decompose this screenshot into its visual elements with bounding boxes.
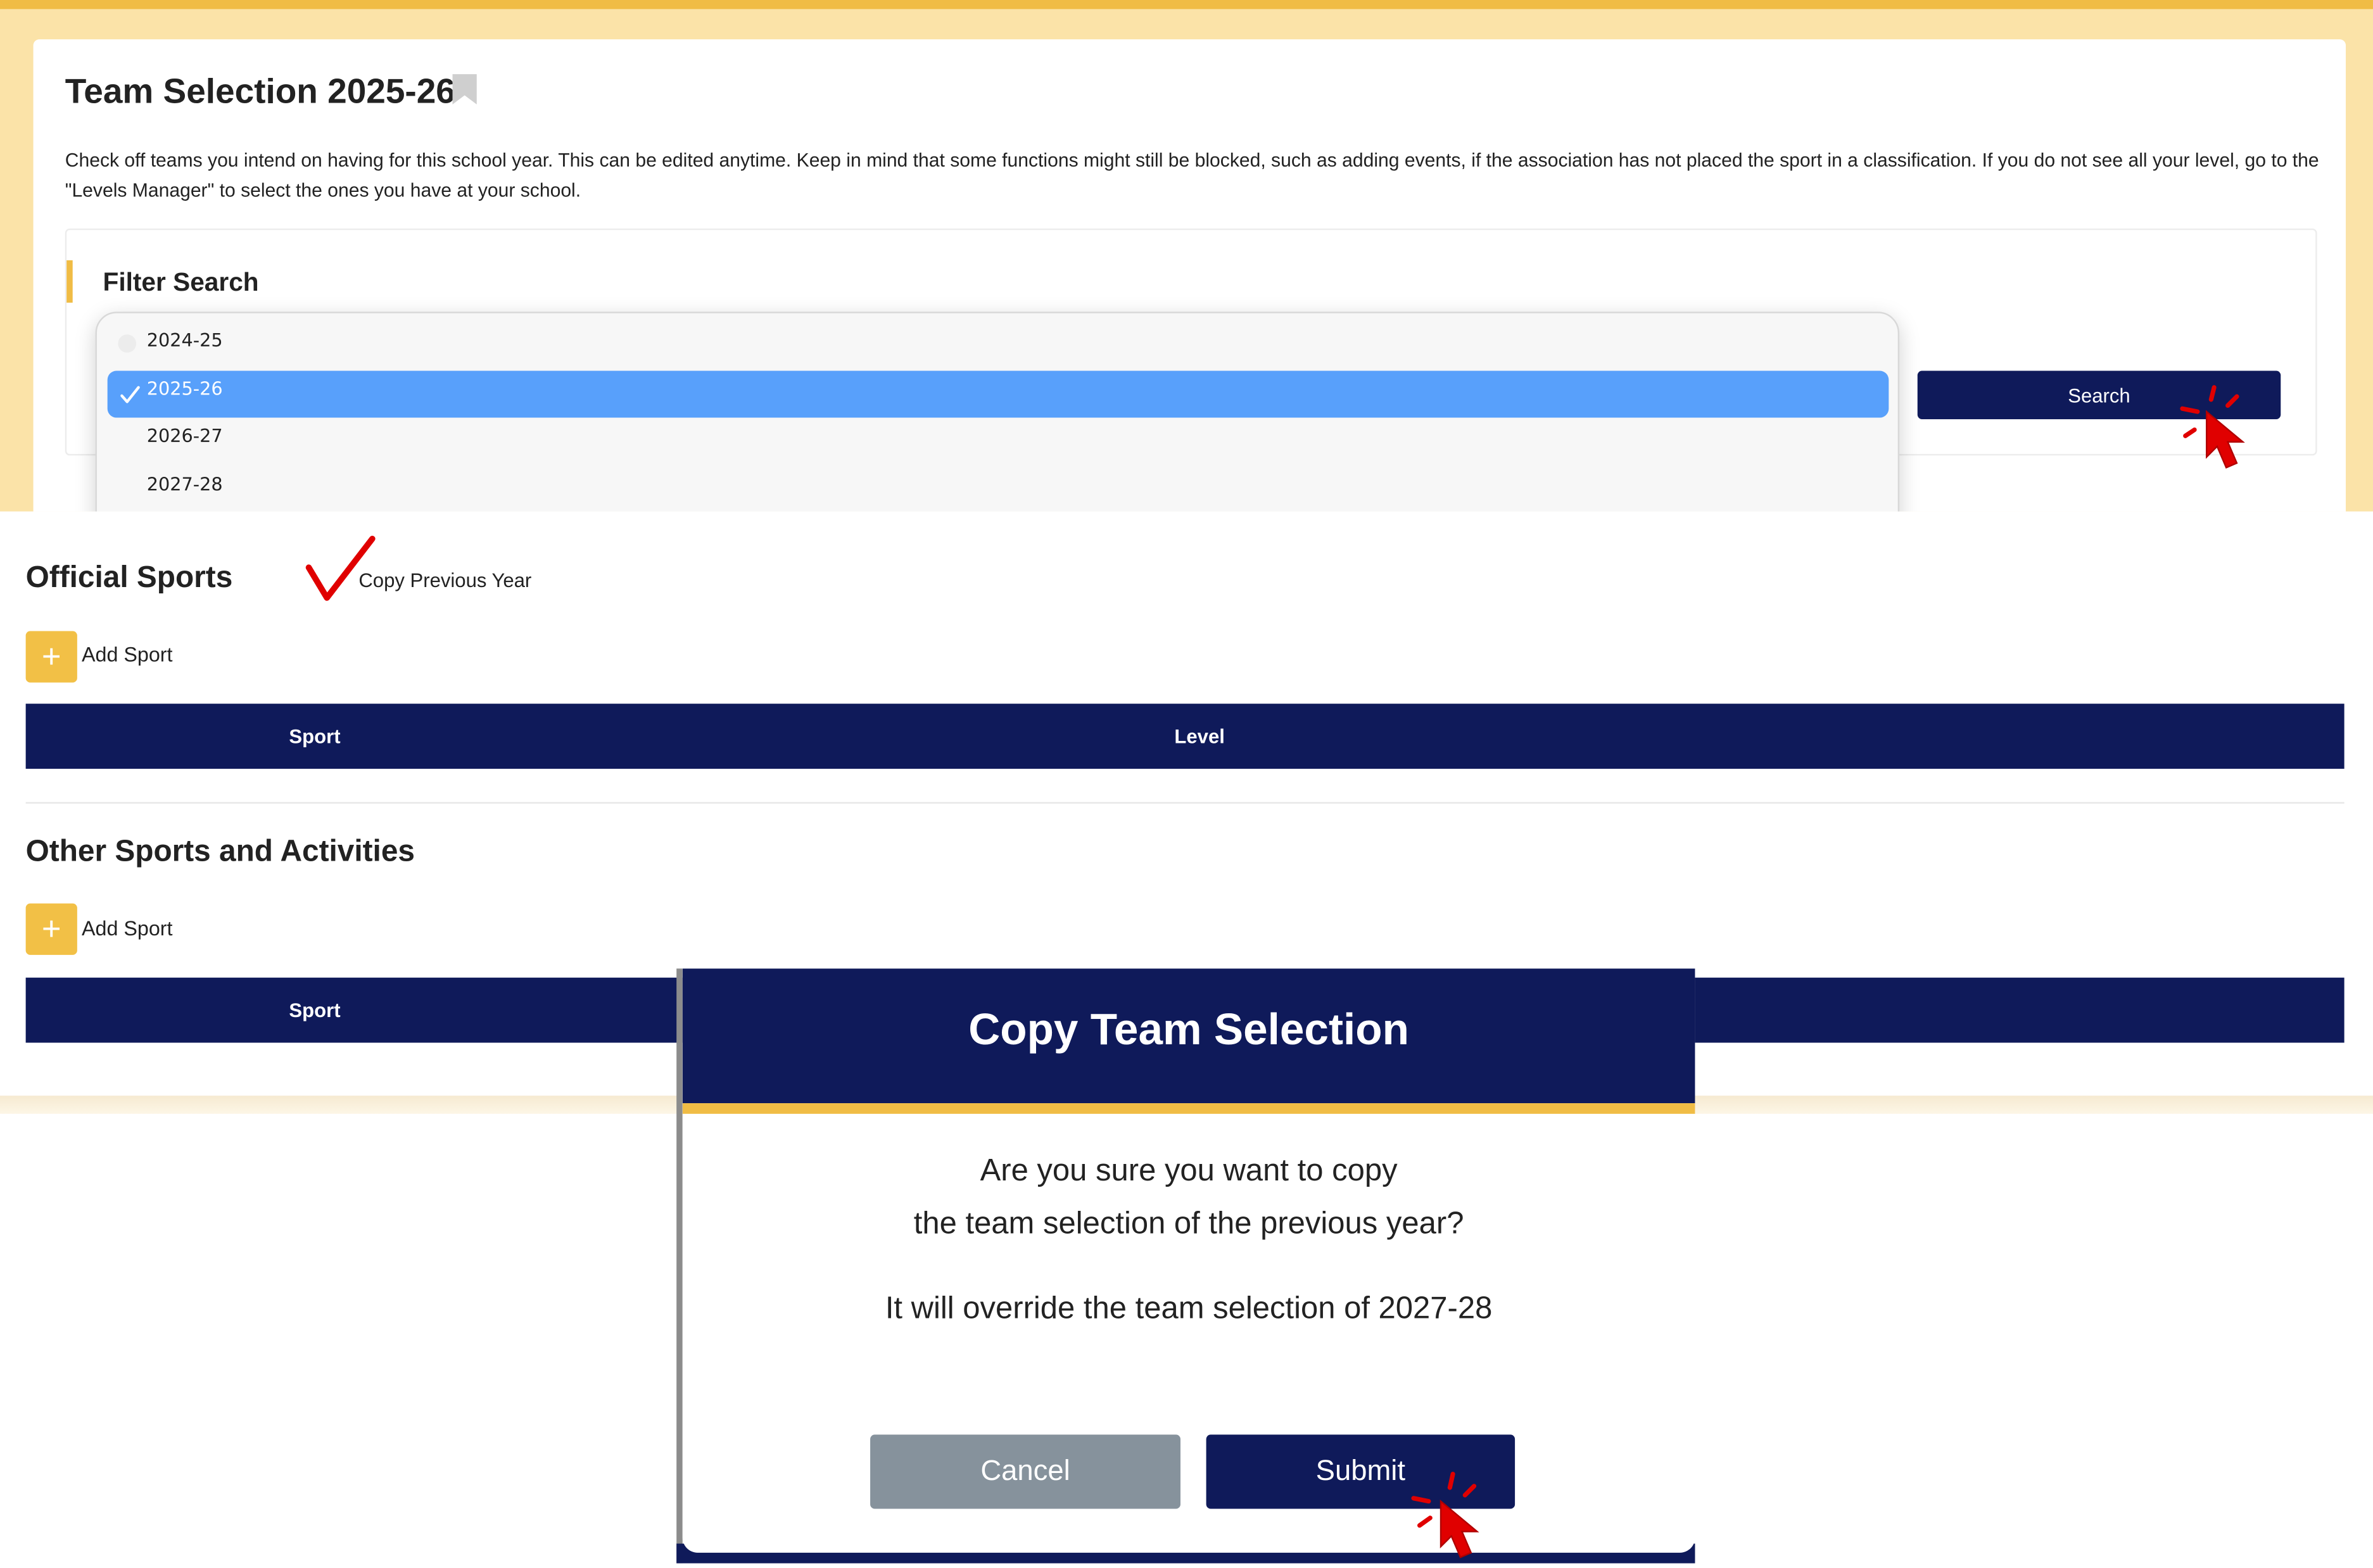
official-sports-title: Official Sports bbox=[25, 561, 233, 595]
year-option[interactable]: 2026-27 bbox=[147, 426, 223, 446]
official-sports-table-header: Sport Level bbox=[25, 704, 2345, 769]
year-option-selected[interactable]: 2025-26 bbox=[107, 370, 1889, 418]
modal-warning: It will override the team selection of 2… bbox=[885, 1291, 1493, 1326]
add-official-sport-label[interactable]: Add Sport bbox=[82, 643, 172, 666]
modal-header: Copy Team Selection bbox=[682, 968, 1695, 1104]
add-other-sport-label[interactable]: Add Sport bbox=[82, 917, 172, 940]
add-other-sport-button[interactable]: + bbox=[25, 903, 77, 955]
click-cursor-icon bbox=[2180, 385, 2245, 469]
column-header-sport: Sport bbox=[289, 724, 341, 748]
copy-previous-year-checkbox-label[interactable]: Copy Previous Year bbox=[358, 569, 531, 592]
modal-backdrop-edge bbox=[676, 968, 683, 1564]
screenshot-collage: Team Selection 2025-26 Check off teams y… bbox=[0, 0, 2373, 1564]
year-option[interactable]: 2027-28 bbox=[147, 474, 223, 495]
page-title: Team Selection 2025-26 bbox=[65, 71, 455, 111]
cancel-button[interactable]: Cancel bbox=[870, 1434, 1180, 1509]
top-accent-bar bbox=[0, 0, 2373, 9]
add-official-sport-button[interactable]: + bbox=[25, 631, 77, 683]
intro-text: Check off teams you intend on having for… bbox=[65, 149, 2319, 201]
other-sports-title: Other Sports and Activities bbox=[25, 835, 415, 869]
filter-accent-bar bbox=[66, 260, 73, 303]
column-header-level: Level bbox=[1174, 724, 1225, 748]
copy-team-selection-modal: Copy Team Selection Are you sure you wan… bbox=[682, 968, 1695, 1553]
year-option[interactable]: 2024-25 bbox=[147, 330, 223, 351]
filter-title: Filter Search bbox=[103, 267, 259, 297]
modal-question-line1: Are you sure you want to copy bbox=[980, 1153, 1398, 1188]
modal-accent-bar bbox=[682, 1103, 1695, 1114]
selected-year-label: 2025-26 bbox=[146, 378, 223, 400]
school-year-dropdown[interactable]: 2024-25 2025-26 2026-27 2027-28 bbox=[95, 312, 1900, 512]
click-cursor-icon bbox=[1411, 1471, 1479, 1559]
modal-question-line2: the team selection of the previous year? bbox=[913, 1206, 1464, 1241]
column-header-sport: Sport bbox=[289, 999, 341, 1022]
team-selection-panel: Team Selection 2025-26 Check off teams y… bbox=[0, 0, 2373, 512]
modal-title: Copy Team Selection bbox=[968, 1006, 1409, 1055]
dropdown-placeholder-dot bbox=[118, 334, 137, 353]
section-divider bbox=[25, 802, 2345, 804]
checkmark-icon bbox=[120, 386, 140, 403]
bookmark-icon[interactable] bbox=[451, 73, 478, 106]
